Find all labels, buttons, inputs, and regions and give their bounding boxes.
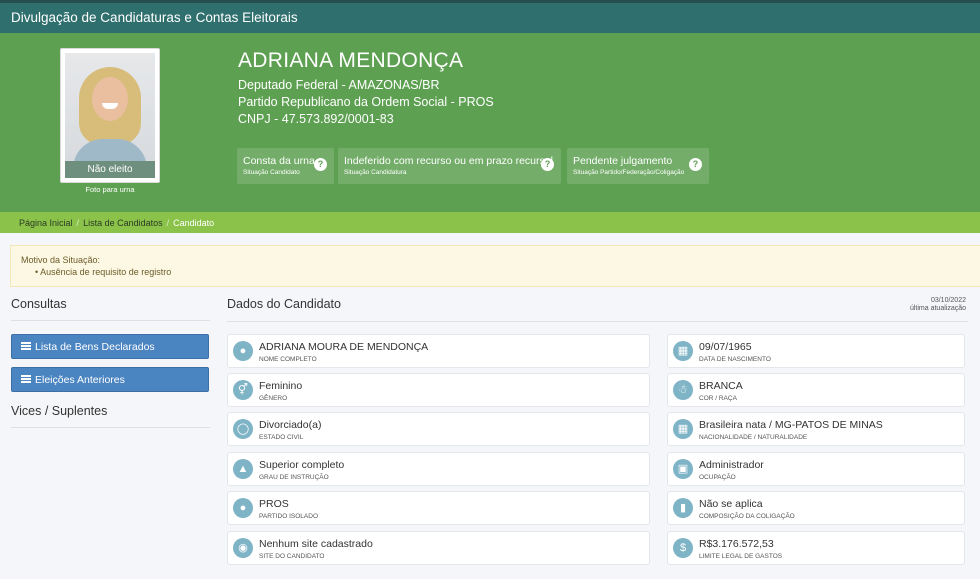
app-title: Divulgação de Candidaturas e Contas Elei…	[11, 10, 298, 25]
field-label: Nome completo	[259, 356, 317, 363]
sidebar-divider	[11, 320, 210, 321]
breadcrumb-home[interactable]: Página Inicial	[19, 218, 73, 228]
app-header: Divulgação de Candidaturas e Contas Elei…	[0, 0, 980, 33]
globe-icon: ◉	[233, 538, 253, 558]
candidate-name: ADRIANA MENDONÇA	[238, 49, 464, 72]
field-value: PROS	[259, 498, 289, 510]
field-value: BRANCA	[699, 380, 743, 392]
ring-icon: ◯	[233, 419, 253, 439]
field-label: Estado civil	[259, 434, 304, 441]
field-race: ☃ BRANCA Cor / Raça	[667, 373, 965, 407]
field-value: Superior completo	[259, 459, 345, 471]
field-label: Grau de instrução	[259, 474, 329, 481]
field-label: Partido isolado	[259, 513, 318, 520]
election-result-label: Não eleito	[65, 161, 155, 178]
field-label: Data de nascimento	[699, 356, 771, 363]
situation-alert: Motivo da Situação: Ausência de requisit…	[10, 245, 980, 287]
group-icon: ●	[233, 498, 253, 518]
person-icon: ☃	[673, 380, 693, 400]
field-label: Ocupação	[699, 474, 736, 481]
field-value: R$3.176.572,53	[699, 538, 774, 550]
field-website: ◉ Nenhum site cadastrado Site do candida…	[227, 531, 650, 565]
button-label: Lista de Bens Declarados	[35, 341, 155, 353]
field-party: ● PROS Partido isolado	[227, 491, 650, 525]
graduation-cap-icon: ▲	[233, 459, 253, 479]
alert-list: Ausência de requisito de registro	[21, 267, 980, 277]
status-subtitle: Situação Candidatura	[344, 169, 407, 176]
field-label: Gênero	[259, 395, 288, 402]
candidate-office: Deputado Federal - AMAZONAS/BR	[238, 78, 440, 92]
list-icon	[21, 375, 31, 383]
alert-title: Motivo da Situação:	[21, 255, 101, 265]
last-update: 03/10/2022 última atualização	[910, 297, 966, 313]
vices-heading[interactable]: Vices / Suplentes	[11, 404, 107, 418]
field-education: ▲ Superior completo Grau de instrução	[227, 452, 650, 486]
candidate-party: Partido Republicano da Ordem Social - PR…	[238, 95, 494, 109]
update-date: 03/10/2022	[930, 297, 966, 304]
field-birth-date: ▦ 09/07/1965 Data de nascimento	[667, 334, 965, 368]
field-label: Nacionalidade / Naturalidade	[699, 434, 808, 441]
map-icon: ▦	[673, 419, 693, 439]
building-icon: ▣	[673, 459, 693, 479]
gender-icon: ⚥	[233, 380, 253, 400]
field-occupation: ▣ Administrador Ocupação	[667, 452, 965, 486]
sidebar-divider	[11, 427, 210, 428]
breadcrumb-separator: /	[76, 218, 80, 228]
field-full-name: ● ADRIANA MOURA DE MENDONÇA Nome complet…	[227, 334, 650, 368]
main-divider	[227, 321, 968, 322]
field-value: ADRIANA MOURA DE MENDONÇA	[259, 341, 429, 353]
field-label: Cor / Raça	[699, 395, 737, 402]
status-box-party: Pendente julgamento Situação Partido/Fed…	[567, 148, 709, 184]
field-label: Limite legal de gastos	[699, 553, 783, 560]
field-value: Administrador	[699, 459, 764, 471]
status-box-candidacy: Indeferido com recurso ou em prazo recur…	[338, 148, 561, 184]
declared-assets-button[interactable]: Lista de Bens Declarados	[11, 334, 209, 359]
field-coalition: ▮ Não se aplica Composição da coligação	[667, 491, 965, 525]
candidate-photo-card: Não eleito	[60, 48, 160, 183]
field-label: Site do candidato	[259, 553, 325, 560]
list-icon	[21, 342, 31, 350]
help-icon[interactable]: ?	[541, 158, 554, 171]
breadcrumb-candidate-list[interactable]: Lista de Candidatos	[83, 218, 163, 228]
candidate-hero: Não eleito Foto para urna ADRIANA MENDON…	[0, 33, 980, 212]
status-subtitle: Situação Partido/Federação/Coligação	[573, 169, 685, 176]
field-marital-status: ◯ Divorciado(a) Estado civil	[227, 412, 650, 446]
update-label: última atualização	[909, 305, 966, 312]
calendar-icon: ▦	[673, 341, 693, 361]
breadcrumb-separator: /	[166, 218, 170, 228]
field-nationality: ▦ Brasileira nata / MG-PATOS DE MINAS Na…	[667, 412, 965, 446]
candidate-cnpj: CNPJ - 47.573.892/0001-83	[238, 112, 394, 126]
field-gender: ⚥ Feminino Gênero	[227, 373, 650, 407]
field-value: Brasileira nata / MG-PATOS DE MINAS	[699, 419, 883, 431]
field-value: Nenhum site cadastrado	[259, 538, 373, 550]
breadcrumb-current: Candidato	[173, 218, 215, 228]
status-box-candidate: Consta da urna Situação Candidato ?	[237, 148, 334, 184]
previous-elections-button[interactable]: Eleições Anteriores	[11, 367, 209, 392]
photo-label: Foto para urna	[85, 185, 135, 194]
field-value: 09/07/1965	[699, 341, 752, 353]
candidate-data-heading: Dados do Candidato	[227, 297, 341, 311]
field-value: Divorciado(a)	[259, 419, 322, 431]
help-icon[interactable]: ?	[314, 158, 327, 171]
alert-item: Ausência de requisito de registro	[35, 267, 980, 277]
button-label: Eleições Anteriores	[35, 374, 125, 386]
consultas-heading: Consultas	[11, 297, 67, 311]
field-spending-limit: $ R$3.176.572,53 Limite legal de gastos	[667, 531, 965, 565]
help-icon[interactable]: ?	[689, 158, 702, 171]
field-label: Composição da coligação	[699, 513, 795, 520]
status-title: Indeferido com recurso ou em prazo recur…	[344, 155, 553, 167]
field-value: Feminino	[259, 380, 303, 392]
folder-icon: ▮	[673, 498, 693, 518]
field-value: Não se aplica	[699, 498, 763, 510]
dollar-icon: $	[673, 538, 693, 558]
user-icon: ●	[233, 341, 253, 361]
candidate-photo	[65, 53, 155, 168]
breadcrumb: Página Inicial / Lista de Candidatos / Candi…	[0, 212, 980, 233]
